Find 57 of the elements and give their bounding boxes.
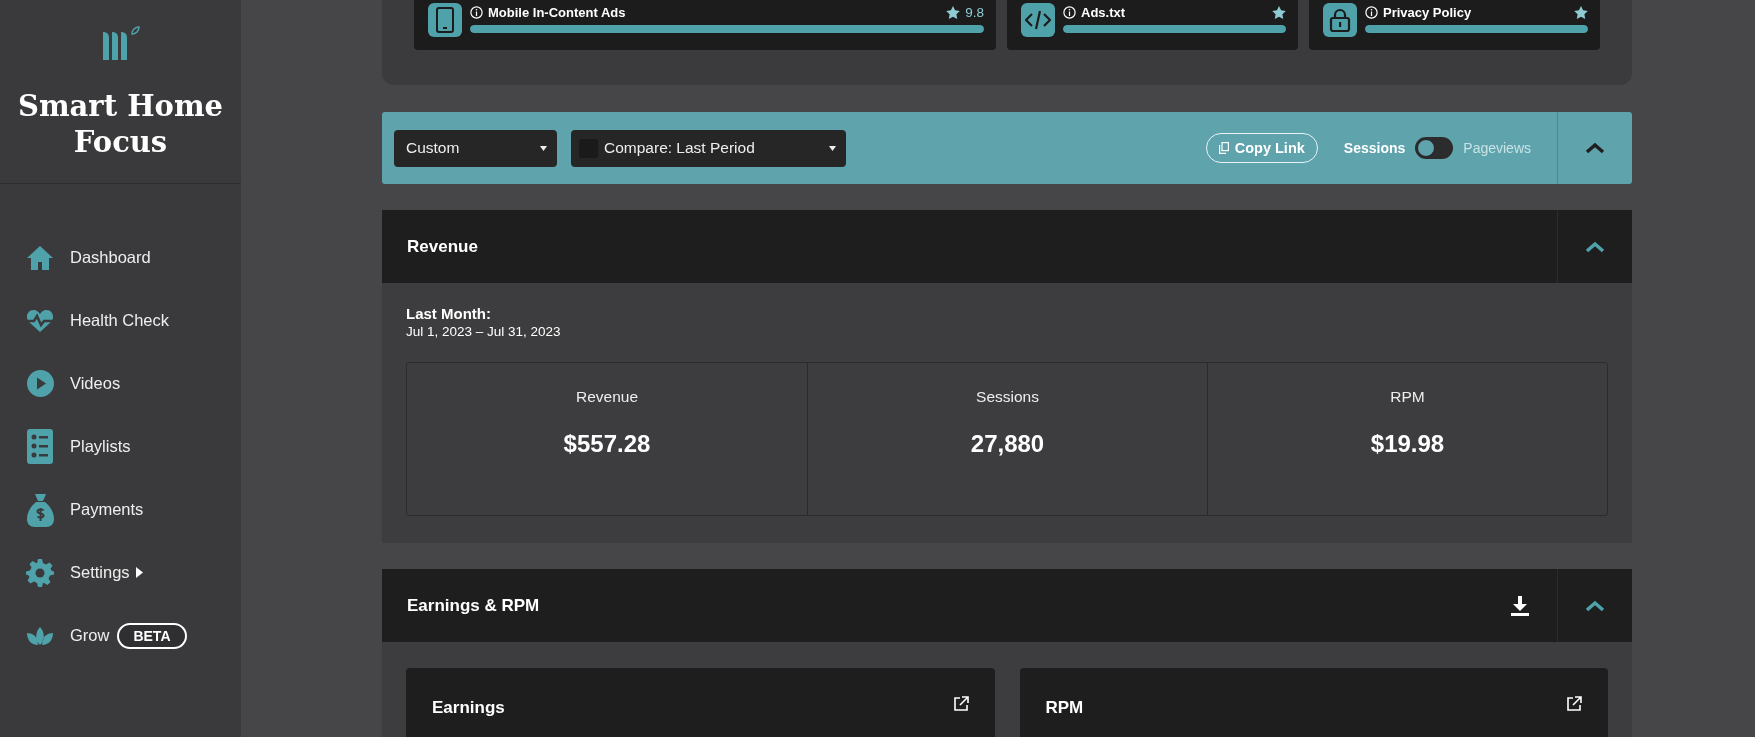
score-value: 9.8: [965, 4, 984, 20]
download-icon[interactable]: [1511, 595, 1529, 616]
sidebar-item[interactable]: Videos: [26, 352, 241, 415]
collapse-chevron-icon[interactable]: [1585, 142, 1605, 154]
code-icon: [1021, 3, 1055, 37]
info-icon: [1063, 5, 1076, 19]
smartphone-icon: [428, 3, 462, 37]
star-icon: [1272, 5, 1286, 19]
list-icon: [27, 429, 53, 464]
copy-icon: [1218, 142, 1229, 154]
card-title: Earnings: [432, 697, 506, 718]
money-bag-icon: [26, 492, 54, 527]
external-link-icon[interactable]: [952, 696, 969, 712]
date-range-text: Jul 1, 2023 – Jul 31, 2023: [406, 324, 562, 339]
beta-badge: BETA: [117, 622, 187, 649]
gear-icon: [26, 558, 54, 587]
star-icon: [1574, 5, 1588, 19]
stat-value: $19.98: [1370, 430, 1445, 458]
date-range-dropdown[interactable]: Custom: [394, 129, 557, 167]
section-title: Revenue: [407, 236, 479, 257]
card-title: Mobile In-Content Ads: [488, 4, 626, 20]
metric-toggle-switch[interactable]: [1415, 137, 1454, 159]
stat-label: RPM: [1390, 388, 1425, 406]
stat-value: 27,880: [970, 430, 1045, 458]
card-title: Privacy Policy: [1383, 4, 1472, 20]
sidebar-item[interactable]: Payments: [26, 478, 241, 541]
sidebar-item[interactable]: Dashboard: [26, 226, 241, 289]
leaf-icon: [27, 625, 53, 646]
sidebar-item[interactable]: Health Check: [26, 289, 241, 352]
caret-icon: [829, 145, 836, 151]
stat-label: Revenue: [575, 388, 638, 406]
logo-icon: [100, 26, 141, 62]
heartbeat-icon: [26, 308, 54, 333]
stat-label: Sessions: [976, 388, 1039, 406]
info-icon: [1365, 5, 1378, 19]
star-icon: [946, 5, 961, 19]
sidebar-item[interactable]: Grow: [26, 625, 110, 646]
caret-icon: [540, 145, 547, 151]
site-title: Smart Home Focus: [16, 88, 225, 160]
collapse-chevron-icon[interactable]: [1585, 240, 1605, 253]
padlock-icon: [1323, 3, 1357, 37]
sidebar-item[interactable]: Settings: [26, 541, 241, 604]
collapse-chevron-icon[interactable]: [1585, 599, 1605, 612]
compare-dropdown[interactable]: Compare: Last Period: [571, 129, 846, 167]
info-icon: [470, 5, 483, 19]
external-link-icon[interactable]: [1566, 696, 1582, 712]
sidebar-item[interactable]: Playlists: [26, 415, 241, 478]
section-title: Earnings & RPM: [407, 595, 541, 616]
period-label: Last Month:: [406, 305, 492, 322]
play-icon: [26, 370, 54, 397]
card-title: Ads.txt: [1081, 4, 1126, 20]
health-card[interactable]: Ads.txt: [1007, 0, 1298, 50]
stat-value: $557.28: [563, 430, 651, 458]
health-card[interactable]: Mobile In-Content Ads 9.8: [414, 0, 996, 50]
health-card[interactable]: Privacy Policy: [1309, 0, 1600, 50]
card-title: RPM: [1045, 697, 1085, 718]
home-icon: [26, 244, 54, 271]
